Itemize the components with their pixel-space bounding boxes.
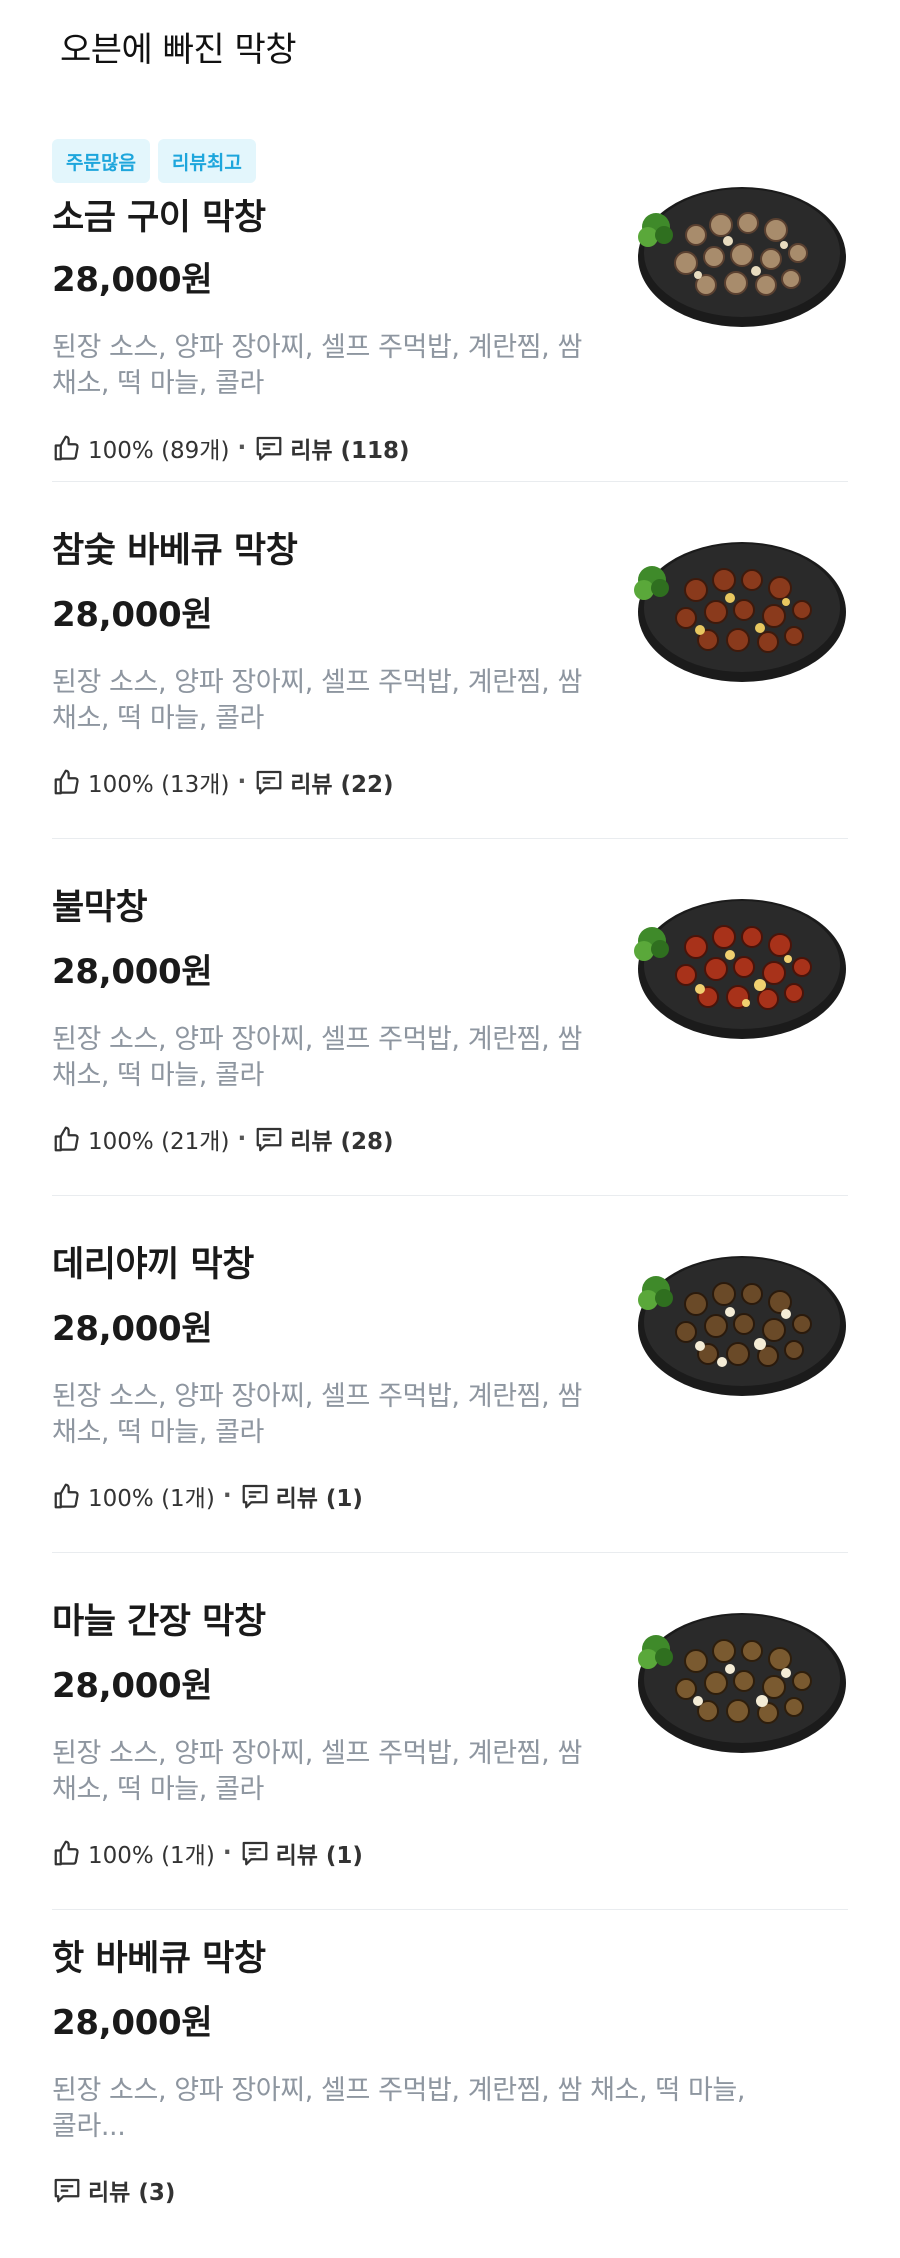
- menu-item-description: 된장 소스, 양파 장아찌, 셀프 주먹밥, 계란찜, 쌈 채소, 떡 마늘, …: [52, 332, 582, 399]
- dish-photo: [638, 1613, 846, 1753]
- menu-item-price: 28,000원: [52, 1309, 213, 1349]
- menu-item-description: 된장 소스, 양파 장아찌, 셀프 주먹밥, 계란찜, 쌈 채소, 떡 마늘, …: [52, 1024, 582, 1091]
- menu-list: 주문많음 리뷰최고 소금 구이 막창 28,000원 된장 소스, 양파 장아찌…: [52, 125, 848, 2258]
- badge-many-orders: 주문많음: [52, 139, 150, 183]
- menu-item-description: 된장 소스, 양파 장아찌, 셀프 주먹밥, 계란찜, 쌈 채소, 떡 마늘, …: [52, 2075, 746, 2142]
- badge-group: 주문많음 리뷰최고: [52, 139, 256, 183]
- menu-item-stats: 리뷰 (3): [52, 2173, 175, 2207]
- dish-photo: [638, 187, 846, 327]
- speech-bubble-icon: [52, 2175, 82, 2205]
- speech-bubble-icon: [254, 1124, 284, 1154]
- menu-item-stats: 100% (89개) · 리뷰 (118): [52, 431, 410, 465]
- like-rate: 100% (13개): [88, 772, 230, 798]
- review-count: 리뷰 (22): [290, 772, 394, 798]
- thumbs-up-icon: [52, 433, 82, 463]
- menu-item-description: 된장 소스, 양파 장아찌, 셀프 주먹밥, 계란찜, 쌈 채소, 떡 마늘, …: [52, 1738, 582, 1805]
- menu-item-price: 28,000원: [52, 595, 213, 635]
- menu-item-stats: 100% (1개) · 리뷰 (1): [52, 1479, 363, 1513]
- menu-item-price: 28,000원: [52, 2003, 213, 2043]
- separator-dot: ·: [237, 769, 247, 795]
- thumbs-up-icon: [52, 1124, 82, 1154]
- like-rate: 100% (89개): [88, 438, 230, 464]
- thumbs-up-icon: [52, 1481, 82, 1511]
- speech-bubble-icon: [254, 433, 284, 463]
- separator-dot: ·: [222, 1840, 232, 1866]
- like-rate: 100% (1개): [88, 1843, 215, 1869]
- menu-item-stats: 100% (13개) · 리뷰 (22): [52, 765, 394, 799]
- badge-best-review: 리뷰최고: [157, 139, 256, 183]
- review-count: 리뷰 (1): [275, 1486, 363, 1512]
- menu-item-name: 소금 구이 막창: [52, 198, 266, 238]
- menu-item[interactable]: 데리야끼 막창 28,000원 된장 소스, 양파 장아찌, 셀프 주먹밥, 계…: [52, 1196, 848, 1553]
- separator-dot: ·: [237, 1126, 247, 1152]
- menu-item-name: 마늘 간장 막창: [52, 1602, 266, 1642]
- dish-photo: [634, 899, 846, 1039]
- menu-item[interactable]: 주문많음 리뷰최고 소금 구이 막창 28,000원 된장 소스, 양파 장아찌…: [52, 125, 848, 482]
- separator-dot: ·: [237, 435, 247, 461]
- menu-item[interactable]: 핫 바베큐 막창 28,000원 된장 소스, 양파 장아찌, 셀프 주먹밥, …: [52, 1910, 848, 2258]
- page-title: 오븐에 빠진 막창: [60, 30, 297, 70]
- speech-bubble-icon: [240, 1481, 270, 1511]
- review-count: 리뷰 (118): [290, 438, 410, 464]
- menu-item-price: 28,000원: [52, 260, 213, 300]
- speech-bubble-icon: [240, 1838, 270, 1868]
- menu-item-name: 데리야끼 막창: [52, 1245, 254, 1285]
- like-rate: 100% (21개): [88, 1129, 230, 1155]
- menu-item-stats: 100% (1개) · 리뷰 (1): [52, 1836, 363, 1870]
- review-count: 리뷰 (3): [88, 2180, 176, 2206]
- menu-item-name: 참숯 바베큐 막창: [52, 531, 298, 571]
- speech-bubble-icon: [254, 767, 284, 797]
- menu-item[interactable]: 불막창 28,000원 된장 소스, 양파 장아찌, 셀프 주먹밥, 계란찜, …: [52, 839, 848, 1196]
- menu-item-name: 불막창: [52, 888, 148, 928]
- menu-item-price: 28,000원: [52, 952, 213, 992]
- menu-item[interactable]: 참숯 바베큐 막창 28,000원 된장 소스, 양파 장아찌, 셀프 주먹밥,…: [52, 482, 848, 839]
- like-rate: 100% (1개): [88, 1486, 215, 1512]
- thumbs-up-icon: [52, 1838, 82, 1868]
- dish-photo: [634, 542, 846, 682]
- dish-photo: [638, 1256, 846, 1396]
- thumbs-up-icon: [52, 767, 82, 797]
- menu-item-description: 된장 소스, 양파 장아찌, 셀프 주먹밥, 계란찜, 쌈 채소, 떡 마늘, …: [52, 1381, 582, 1448]
- separator-dot: ·: [222, 1483, 232, 1509]
- menu-item-price: 28,000원: [52, 1666, 213, 1706]
- review-count: 리뷰 (1): [275, 1843, 363, 1869]
- review-count: 리뷰 (28): [290, 1129, 394, 1155]
- menu-item-description: 된장 소스, 양파 장아찌, 셀프 주먹밥, 계란찜, 쌈 채소, 떡 마늘, …: [52, 667, 582, 734]
- menu-item-name: 핫 바베큐 막창: [52, 1939, 266, 1979]
- menu-item[interactable]: 마늘 간장 막창 28,000원 된장 소스, 양파 장아찌, 셀프 주먹밥, …: [52, 1553, 848, 1910]
- menu-item-stats: 100% (21개) · 리뷰 (28): [52, 1122, 394, 1156]
